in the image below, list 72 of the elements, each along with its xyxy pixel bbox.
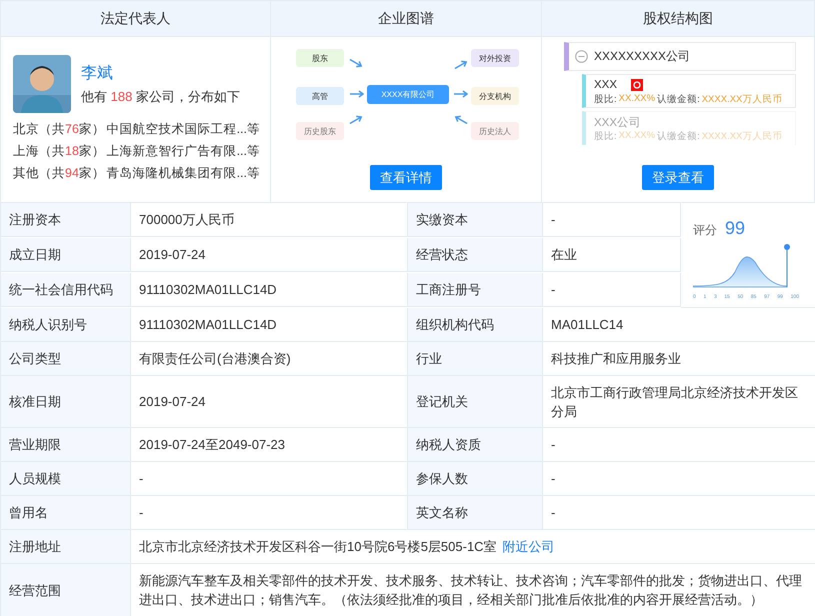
field-label: 营业期限: [1, 428, 131, 462]
field-value: 新能源汽车整车及相关零部件的技术开发、技术服务、技术转让、技术咨询；汽车零部件的批发；货物进出口、代理进出口、技术进出口；销售汽车。（依法须经批准的项目，经相关部门批准后依批准的内容开展经营活动。）: [139, 572, 803, 609]
graph-node: 历史股东: [296, 122, 344, 140]
field-value: 科技推广和应用服务业: [543, 342, 815, 376]
field-value: -: [543, 428, 815, 462]
field-label: 成立日期: [1, 238, 131, 272]
field-value: -: [543, 496, 815, 530]
field-value: 91110302MA01LLC14D: [131, 273, 408, 307]
tree-root[interactable]: XXXXXXXXX公司: [564, 42, 796, 71]
field-label: 参保人数: [408, 462, 543, 496]
field-label: 注册地址: [1, 530, 131, 564]
field-value: -: [543, 203, 681, 237]
region-count: 北京（共76家）: [13, 121, 106, 138]
panel-header: 法定代表人: [1, 1, 270, 37]
field-label: 实缴资本: [408, 203, 543, 237]
field-label: 统一社会信用代码: [1, 273, 131, 307]
field-value: -: [543, 273, 681, 307]
shareholder-name: XXX公司: [594, 116, 642, 130]
region-count: 其他（共94家）: [13, 165, 106, 182]
field-label: 核准日期: [1, 376, 131, 428]
score-label: 评分: [693, 222, 717, 239]
field-label: 英文名称: [408, 496, 543, 530]
field-label: 行业: [408, 342, 543, 376]
field-value: 有限责任公司(台港澳合资): [131, 342, 408, 376]
field-value: -: [131, 496, 408, 530]
field-label: 纳税人识别号: [1, 308, 131, 342]
company-node: XXXX有限公司: [367, 85, 449, 104]
field-label: 经营范围: [1, 564, 131, 616]
graph-node: 分支机构: [471, 87, 519, 105]
graph-node: 对外投资: [471, 49, 519, 67]
panel-header: 股权结构图: [542, 1, 814, 37]
field-label: 组织机构代码: [408, 308, 543, 342]
share-info: 股比: XX.XX% 认缴金额: XXXX.XX万人民币: [594, 130, 784, 143]
login-button[interactable]: 登录查看: [642, 165, 714, 190]
person-name[interactable]: 李斌: [81, 62, 240, 84]
field-value: 91110302MA01LLC14D: [131, 308, 408, 342]
panel-header: 企业图谱: [271, 1, 541, 37]
field-value: 北京市北京经济技术开发区科谷一街10号院6号楼5层505-1C室: [139, 538, 497, 556]
company-name: XXXXXXXXX公司: [594, 48, 690, 65]
field-label: 公司类型: [1, 342, 131, 376]
view-details-button[interactable]: 查看详情: [370, 165, 442, 190]
field-value: 2019-07-24: [131, 238, 408, 272]
field-label: 人员规模: [1, 462, 131, 496]
nearby-link[interactable]: 附近公司: [502, 537, 555, 556]
company-link[interactable]: 上海新意智行广告有限...等: [106, 143, 260, 160]
collapse-icon[interactable]: [575, 50, 588, 63]
field-value: 在业: [543, 238, 681, 272]
field-label: 注册资本: [1, 203, 131, 237]
score-value: 99: [725, 219, 746, 238]
field-label: 纳税人资质: [408, 428, 543, 462]
graph-node: 历史法人: [471, 122, 519, 140]
field-value: 2019-07-24至2049-07-23: [131, 428, 408, 462]
region-count: 上海（共18家）: [13, 143, 106, 160]
field-label: 曾用名: [1, 496, 131, 530]
arrow-icon: [453, 89, 469, 99]
field-value: MA01LLC14: [543, 308, 815, 342]
share-info: 股比: XX.XX% 认缴金额: XXXX.XX万人民币: [594, 93, 784, 106]
company-summary: 他有 188 家公司，分布如下: [81, 88, 240, 106]
shareholder-name: XXX: [594, 79, 618, 91]
shareholder-card[interactable]: XXX 股比: XX.XX% 认缴金额: XXXX.XX万人民币: [582, 74, 796, 108]
field-value: -: [543, 462, 815, 496]
field-value: -: [131, 462, 408, 496]
company-link[interactable]: 青岛海隆机械集团有限...等: [106, 165, 260, 182]
graph-node: 股东: [296, 49, 344, 67]
graph-node: 高管: [296, 87, 344, 105]
field-value: 700000万人民币: [131, 203, 408, 237]
field-value: 北京市工商行政管理局北京经济技术开发区分局: [543, 376, 815, 428]
field-label: 工商注册号: [408, 273, 543, 307]
field-label: 登记机关: [408, 376, 543, 428]
arrow-icon: [349, 89, 365, 99]
field-label: 经营状态: [408, 238, 543, 272]
company-link[interactable]: 中国航空技术国际工程...等: [106, 121, 260, 138]
